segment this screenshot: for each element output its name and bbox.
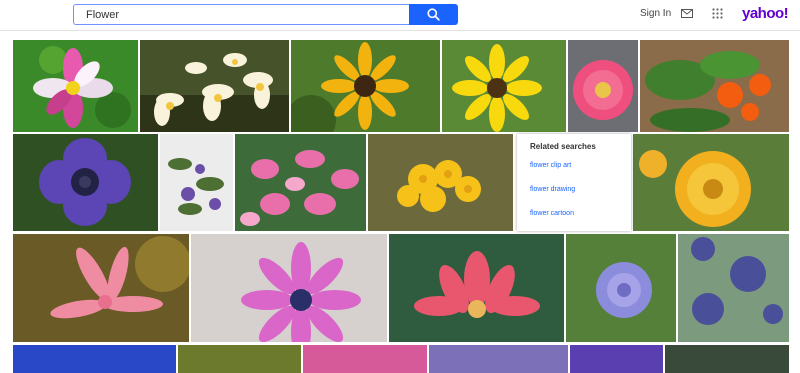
related-searches-panel: Related searches flower clip art flower … xyxy=(517,134,631,231)
flower-image xyxy=(568,40,638,132)
apps-grid-icon[interactable] xyxy=(712,8,723,19)
search-button[interactable] xyxy=(409,4,458,25)
flower-image xyxy=(678,234,789,342)
flower-image xyxy=(13,234,189,342)
sign-in-link[interactable]: Sign In xyxy=(640,8,671,19)
image-result-14[interactable] xyxy=(389,234,564,342)
image-result-22[interactable] xyxy=(665,345,789,373)
image-result-13[interactable] xyxy=(191,234,387,342)
image-result-4[interactable] xyxy=(442,40,566,132)
image-result-19[interactable] xyxy=(303,345,427,373)
image-result-6[interactable] xyxy=(640,40,789,132)
flower-image xyxy=(566,234,676,342)
image-result-16[interactable] xyxy=(678,234,789,342)
related-search-link[interactable]: flower clip art xyxy=(530,162,618,169)
flower-image xyxy=(235,134,366,231)
related-searches-title: Related searches xyxy=(530,142,596,151)
image-result-20[interactable] xyxy=(429,345,568,373)
search-input[interactable] xyxy=(73,4,410,25)
image-result-15[interactable] xyxy=(566,234,676,342)
flower-image xyxy=(633,134,789,231)
flower-image xyxy=(191,234,387,342)
image-result-1[interactable] xyxy=(13,40,138,132)
top-header: Sign In yahoo! xyxy=(0,0,800,31)
mail-icon[interactable] xyxy=(681,9,693,18)
flower-image xyxy=(140,40,289,132)
image-result-9[interactable] xyxy=(235,134,366,231)
image-result-17[interactable] xyxy=(13,345,176,373)
flower-image xyxy=(291,40,440,132)
image-result-8[interactable] xyxy=(160,134,233,231)
related-search-link[interactable]: flower cartoon xyxy=(530,210,618,217)
flower-image xyxy=(442,40,566,132)
image-result-21[interactable] xyxy=(570,345,663,373)
image-result-10[interactable] xyxy=(368,134,513,231)
flower-image xyxy=(389,234,564,342)
image-result-2[interactable] xyxy=(140,40,289,132)
image-result-3[interactable] xyxy=(291,40,440,132)
flower-image xyxy=(640,40,789,132)
flower-image xyxy=(368,134,513,231)
image-result-11[interactable] xyxy=(633,134,789,231)
related-search-link[interactable]: flower drawing xyxy=(530,186,618,193)
flower-image xyxy=(160,134,233,231)
flower-image xyxy=(13,40,138,132)
search-icon xyxy=(427,8,440,21)
image-result-18[interactable] xyxy=(178,345,301,373)
yahoo-logo[interactable]: yahoo! xyxy=(742,5,789,22)
image-result-12[interactable] xyxy=(13,234,189,342)
flower-image xyxy=(13,134,158,231)
image-result-5[interactable] xyxy=(568,40,638,132)
image-result-7[interactable] xyxy=(13,134,158,231)
